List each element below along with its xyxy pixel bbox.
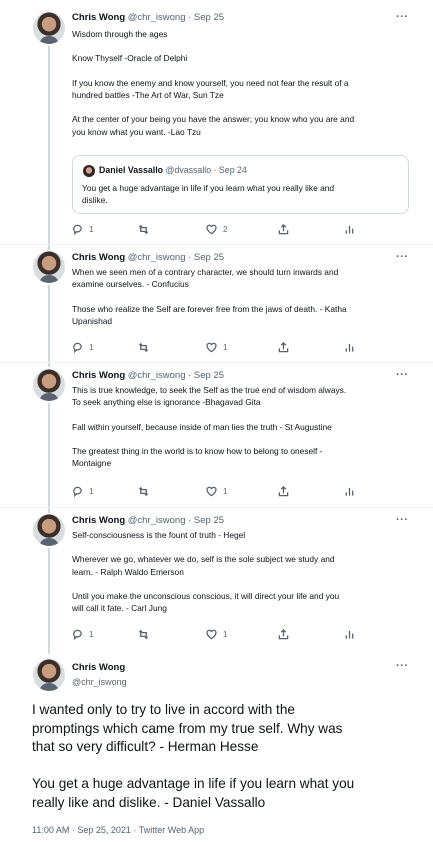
quoted-text: You get a huge advantage in life if you … bbox=[82, 183, 335, 206]
like-count: 1 bbox=[223, 630, 228, 639]
heart-icon bbox=[206, 224, 217, 235]
tweet-header: Chris Wong @chr_iswong · Sep 25 bbox=[72, 370, 224, 381]
reply-count: 1 bbox=[89, 630, 94, 639]
author-name[interactable]: Chris Wong bbox=[72, 12, 125, 23]
author-name[interactable]: Chris Wong bbox=[72, 252, 125, 263]
reply-button[interactable]: 1 bbox=[72, 224, 93, 235]
reply-count: 1 bbox=[89, 487, 94, 496]
like-count: 1 bbox=[223, 487, 228, 496]
analytics-button[interactable] bbox=[344, 629, 355, 640]
share-button[interactable] bbox=[278, 486, 289, 497]
retweet-button[interactable] bbox=[138, 486, 149, 497]
retweet-button[interactable] bbox=[138, 224, 149, 235]
thread-line bbox=[48, 285, 50, 367]
thread-line bbox=[48, 548, 50, 654]
share-icon bbox=[278, 224, 289, 235]
author-name[interactable]: Chris Wong bbox=[72, 515, 125, 526]
author-handle[interactable]: @chr_iswong bbox=[72, 677, 127, 687]
action-bar: 1 2 bbox=[72, 224, 372, 238]
analytics-button[interactable] bbox=[344, 486, 355, 497]
divider bbox=[0, 362, 433, 363]
avatar[interactable] bbox=[33, 659, 65, 691]
thread-line bbox=[48, 46, 50, 250]
more-icon[interactable]: ··· bbox=[396, 514, 409, 526]
action-bar: 1 1 bbox=[72, 629, 372, 643]
more-icon[interactable]: ··· bbox=[396, 251, 409, 263]
reply-icon bbox=[73, 342, 82, 353]
tweet-header: Chris Wong @chr_iswong · Sep 25 bbox=[72, 252, 224, 263]
retweet-icon bbox=[138, 342, 149, 353]
quoted-tweet[interactable]: Daniel Vassallo @dvassallo · Sep 24 You … bbox=[72, 155, 409, 214]
tweet-text: This is true knowledge, to seek the Self… bbox=[72, 385, 347, 469]
analytics-icon bbox=[345, 487, 354, 496]
like-button[interactable]: 1 bbox=[206, 486, 227, 497]
tweet-text: Self-consciousness is the fount of truth… bbox=[72, 530, 340, 614]
share-icon bbox=[278, 629, 289, 640]
reply-button[interactable]: 1 bbox=[72, 486, 93, 497]
heart-icon bbox=[206, 486, 217, 497]
share-button[interactable] bbox=[278, 629, 289, 640]
retweet-icon bbox=[138, 224, 149, 235]
quoted-header: Daniel Vassallo @dvassallo · Sep 24 bbox=[99, 165, 247, 175]
analytics-button[interactable] bbox=[344, 224, 355, 235]
tweet-text: Wisdom through the ages Know Thyself -Or… bbox=[72, 29, 355, 137]
quoted-author-meta: @dvassallo · Sep 24 bbox=[165, 165, 247, 175]
avatar[interactable] bbox=[33, 514, 65, 546]
like-button[interactable]: 1 bbox=[206, 629, 227, 640]
author-meta[interactable]: @chr_iswong · Sep 25 bbox=[128, 12, 224, 23]
reply-button[interactable]: 1 bbox=[72, 629, 93, 640]
tweet-text: When we seen men of a contrary character… bbox=[72, 267, 347, 326]
analytics-icon bbox=[345, 630, 354, 639]
author-meta[interactable]: @chr_iswong · Sep 25 bbox=[128, 515, 224, 526]
share-icon bbox=[278, 486, 289, 497]
avatar[interactable] bbox=[33, 12, 65, 44]
heart-icon bbox=[206, 342, 217, 353]
more-icon[interactable]: ··· bbox=[396, 369, 409, 381]
retweet-button[interactable] bbox=[138, 629, 149, 640]
like-button[interactable]: 1 bbox=[206, 342, 227, 353]
like-button[interactable]: 2 bbox=[206, 224, 227, 235]
reply-icon bbox=[73, 224, 82, 235]
main-tweet-text: I wanted only to try to live in accord w… bbox=[32, 702, 355, 810]
share-button[interactable] bbox=[278, 342, 289, 353]
author-meta[interactable]: @chr_iswong · Sep 25 bbox=[128, 252, 224, 263]
heart-icon bbox=[206, 629, 217, 640]
retweet-button[interactable] bbox=[138, 342, 149, 353]
more-icon[interactable]: ··· bbox=[396, 660, 409, 672]
retweet-icon bbox=[138, 629, 149, 640]
reply-icon bbox=[73, 629, 82, 640]
tweet-timestamp[interactable]: 11:00 AM · Sep 25, 2021 · Twitter Web Ap… bbox=[32, 825, 204, 835]
share-button[interactable] bbox=[278, 224, 289, 235]
like-count: 2 bbox=[223, 225, 228, 234]
share-icon bbox=[278, 342, 289, 353]
author-meta[interactable]: @chr_iswong · Sep 25 bbox=[128, 370, 224, 381]
retweet-icon bbox=[138, 486, 149, 497]
author-name[interactable]: Chris Wong bbox=[72, 370, 125, 381]
action-bar: 1 1 bbox=[72, 342, 372, 356]
avatar[interactable] bbox=[33, 251, 65, 283]
tweet-header: Chris Wong @chr_iswong · Sep 25 bbox=[72, 12, 224, 23]
analytics-button[interactable] bbox=[344, 342, 355, 353]
reply-count: 1 bbox=[89, 343, 94, 352]
avatar[interactable] bbox=[33, 369, 65, 401]
tweet-header: Chris Wong @chr_iswong · Sep 25 bbox=[72, 515, 224, 526]
quoted-author-name: Daniel Vassallo bbox=[99, 165, 164, 175]
like-count: 1 bbox=[223, 343, 228, 352]
thread-line bbox=[48, 403, 50, 513]
author-name[interactable]: Chris Wong bbox=[72, 662, 125, 673]
analytics-icon bbox=[345, 343, 354, 352]
divider bbox=[0, 507, 433, 508]
reply-icon bbox=[73, 486, 82, 497]
action-bar: 1 1 bbox=[72, 486, 372, 500]
more-icon[interactable]: ··· bbox=[396, 11, 409, 23]
quoted-avatar bbox=[83, 165, 95, 177]
reply-count: 1 bbox=[89, 225, 94, 234]
analytics-icon bbox=[345, 225, 354, 234]
divider bbox=[0, 244, 433, 245]
reply-button[interactable]: 1 bbox=[72, 342, 93, 353]
